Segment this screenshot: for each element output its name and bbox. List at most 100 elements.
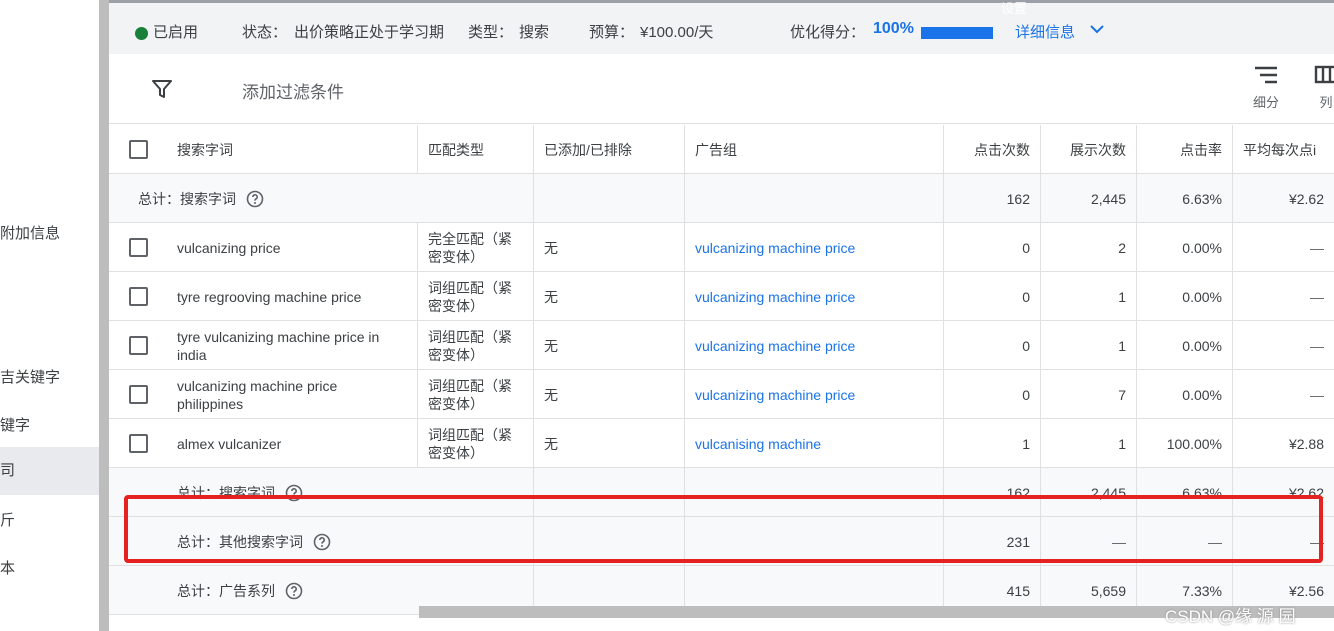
clicks-value: 0	[944, 321, 1041, 370]
ctr-value: 0.00%	[1137, 370, 1233, 419]
row-checkbox[interactable]	[128, 434, 148, 453]
impressions-value: 7	[1041, 370, 1137, 419]
sidebar-item-analysis[interactable]: 斤	[0, 509, 15, 530]
ad-group-link[interactable]: vulcanising machine	[685, 419, 944, 468]
segment-button[interactable]: 细分	[1253, 64, 1279, 111]
ctr-value: 0.00%	[1137, 223, 1233, 272]
column-header-ctr[interactable]: 点击率	[1137, 125, 1233, 174]
ad-group-link[interactable]: vulcanizing machine price	[685, 321, 944, 370]
total-label-cell: 总计：广告系列	[177, 566, 303, 615]
row-select-cell	[109, 419, 167, 468]
summary-label-cell: 总计：搜索字词	[138, 174, 264, 223]
summary-cell	[418, 174, 534, 223]
ad-group-link[interactable]: vulcanizing machine price	[685, 223, 944, 272]
column-header-impressions[interactable]: 展示次数	[1041, 125, 1137, 174]
table-header-row: 搜索字词 匹配类型 已添加/已排除 广告组 点击次数 展示次数 点击率 平均每次…	[109, 125, 1334, 174]
added-status: 无	[534, 370, 685, 419]
details-link[interactable]: 详细信息	[1015, 21, 1075, 42]
select-all-checkbox[interactable]	[128, 140, 148, 159]
sidebar-item-keywords[interactable]: 键字	[0, 414, 30, 435]
score-value: 100%	[873, 20, 914, 37]
search-term: almex vulcanizer	[167, 419, 418, 468]
segment-icon	[1255, 66, 1277, 84]
impressions-value: 1	[1041, 272, 1137, 321]
match-type: 词组匹配（紧密变体）	[418, 272, 534, 321]
cpc-value: —	[1310, 337, 1324, 354]
column-header-added[interactable]: 已添加/已排除	[534, 125, 685, 174]
help-icon[interactable]	[285, 582, 303, 600]
match-type: 词组匹配（紧密变体）	[418, 370, 534, 419]
budget-value: ¥100.00/天	[640, 24, 714, 41]
cpc-value: —	[1310, 239, 1324, 256]
match-type: 完全匹配（紧密变体）	[418, 223, 534, 272]
table-row: vulcanizing machine price philippines 词组…	[109, 370, 1334, 419]
help-icon[interactable]	[246, 190, 264, 208]
added-status: 无	[534, 223, 685, 272]
summary-cell	[534, 174, 685, 223]
segment-label: 细分	[1253, 95, 1280, 110]
row-checkbox[interactable]	[128, 385, 148, 404]
added-status: 无	[534, 272, 685, 321]
sidebar-item-search-terms[interactable]: 司	[0, 447, 101, 495]
state-value: 出价策略正处于学习期	[294, 24, 445, 41]
status-value[interactable]: 已启用	[153, 21, 198, 42]
clicks-value: 0	[944, 370, 1041, 419]
summary-row-top: 总计：搜索字词 162 2,445 6.63% ¥2.62	[109, 174, 1334, 223]
add-filter-input[interactable]: 添加过滤条件	[242, 78, 344, 103]
columns-label: 列	[1319, 95, 1333, 110]
impressions-value: 2	[1041, 223, 1137, 272]
summary-label: 总计：搜索字词	[138, 190, 236, 207]
clicks-value: 0	[944, 272, 1041, 321]
ad-group-link[interactable]: vulcanizing machine price	[685, 370, 944, 419]
total-label: 总计：广告系列	[177, 582, 275, 599]
table-row: almex vulcanizer 词组匹配（紧密变体） 无 vulcanisin…	[109, 419, 1334, 468]
chevron-down-icon[interactable]	[1089, 21, 1105, 37]
filter-toolbar: 添加过滤条件 细分 列	[109, 54, 1334, 124]
summary-impressions: 2,445	[1041, 174, 1137, 223]
table-row: tyre regrooving machine price 词组匹配（紧密变体）…	[109, 272, 1334, 321]
sidebar-item-extensions[interactable]: 附加信息	[0, 222, 60, 243]
ctr-value: 0.00%	[1137, 321, 1233, 370]
type-value: 搜索	[519, 24, 550, 41]
summary-clicks: 162	[944, 174, 1041, 223]
search-term: tyre regrooving machine price	[167, 272, 418, 321]
left-sidebar: 附加信息 吉关键字 键字 司 斤 本	[0, 0, 101, 631]
row-select-cell	[109, 321, 167, 370]
columns-button[interactable]: 列	[1313, 64, 1334, 111]
match-type: 词组匹配（紧密变体）	[418, 321, 534, 370]
sidebar-item-version[interactable]: 本	[0, 557, 15, 578]
cpc-value: —	[1310, 386, 1324, 403]
type-label: 类型：	[468, 24, 514, 41]
column-header-clicks[interactable]: 点击次数	[944, 125, 1041, 174]
ad-group-link[interactable]: vulcanizing machine price	[685, 272, 944, 321]
select-all-cell	[109, 125, 167, 174]
column-header-avg-cpc[interactable]: 平均每次点i	[1233, 125, 1334, 174]
impressions-value: 1	[1041, 321, 1137, 370]
sidebar-item-ad-keywords[interactable]: 吉关键字	[0, 366, 60, 387]
campaign-status-bar: 设置 已启用 状态： 出价策略正处于学习期 类型： 搜索 预算： ¥100.00…	[109, 0, 1334, 54]
impressions-value: 1	[1041, 419, 1137, 468]
row-checkbox[interactable]	[128, 287, 148, 306]
cpc-value: ¥2.88	[1288, 435, 1324, 452]
state-label: 状态：	[242, 24, 288, 41]
row-checkbox[interactable]	[128, 238, 148, 257]
sidebar-divider	[99, 0, 109, 631]
row-select-cell	[109, 223, 167, 272]
filter-icon[interactable]	[151, 78, 173, 100]
summary-cpc: ¥2.62	[1288, 190, 1324, 207]
row-checkbox[interactable]	[128, 336, 148, 355]
cpc-value: —	[1310, 288, 1324, 305]
column-header-match[interactable]: 匹配类型	[418, 125, 534, 174]
annotation-highlight-box	[124, 495, 1323, 563]
match-type: 词组匹配（紧密变体）	[418, 419, 534, 468]
search-term: vulcanizing price	[167, 223, 418, 272]
column-header-term[interactable]: 搜索字词	[167, 125, 418, 174]
status-enabled-icon	[135, 27, 148, 40]
row-select-cell	[109, 370, 167, 419]
row-select-cell	[109, 272, 167, 321]
clicks-value: 0	[944, 223, 1041, 272]
table-row: tyre vulcanizing machine price in india …	[109, 321, 1334, 370]
columns-icon	[1314, 65, 1334, 84]
column-header-ad-group[interactable]: 广告组	[685, 125, 944, 174]
watermark: CSDN @缘 源 园	[1165, 607, 1296, 626]
